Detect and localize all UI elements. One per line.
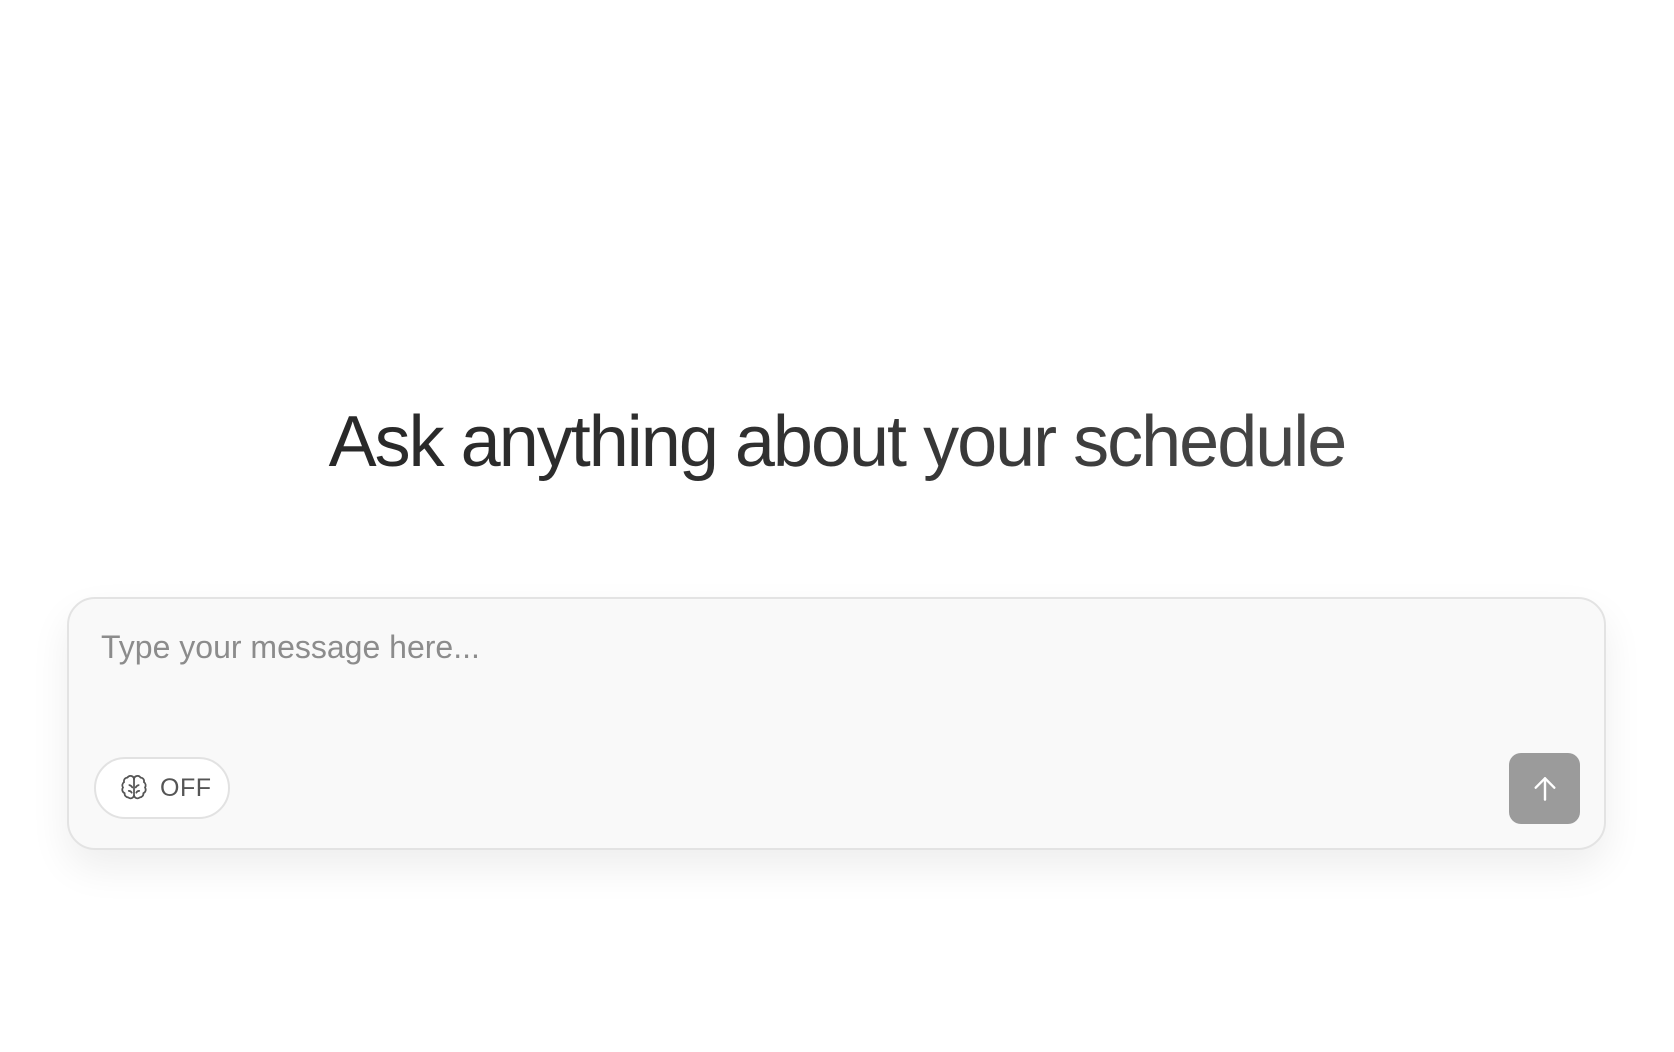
reasoning-toggle-label: OFF [160, 773, 212, 802]
arrow-up-icon [1529, 773, 1561, 805]
chat-composer: OFF [67, 597, 1606, 850]
message-input[interactable] [101, 629, 1541, 689]
page-title: Ask anything about your schedule [0, 397, 1674, 487]
brain-icon [120, 774, 148, 802]
send-button[interactable] [1509, 753, 1580, 824]
reasoning-toggle[interactable]: OFF [94, 757, 230, 819]
